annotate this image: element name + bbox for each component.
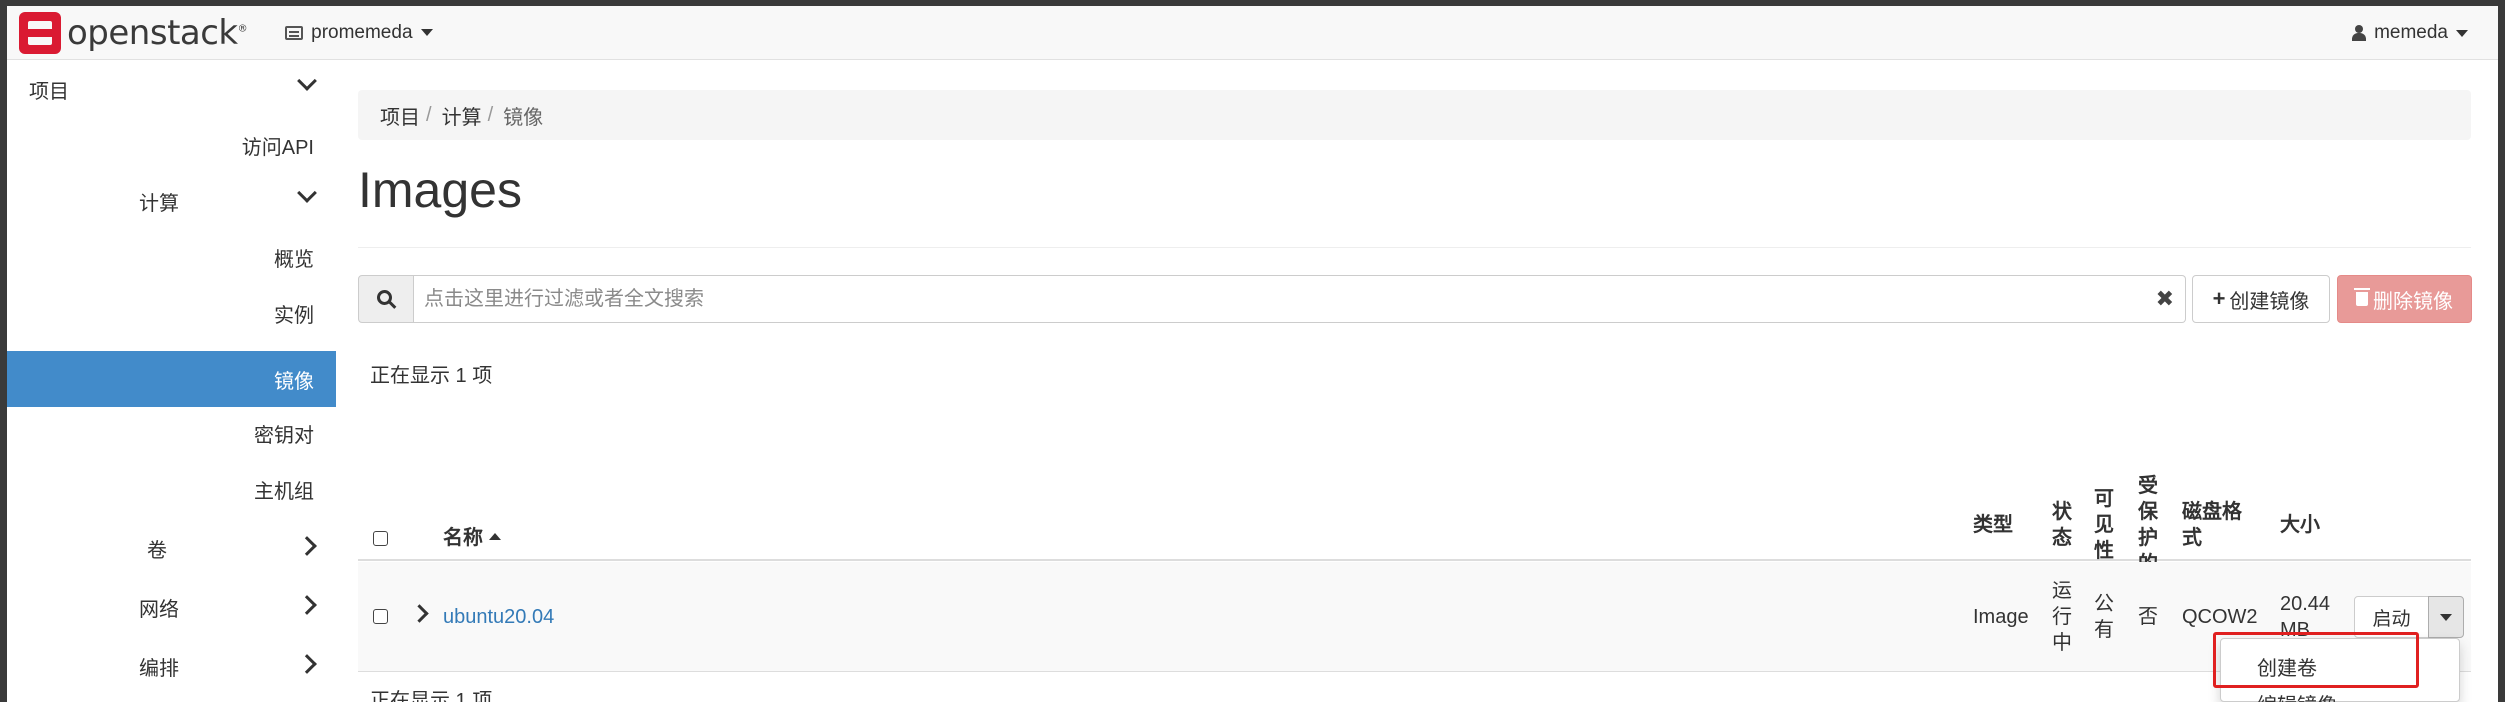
image-status: 运行中 xyxy=(2052,580,2072,654)
breadcrumb-separator: / xyxy=(426,103,432,126)
sidebar-item-label: 网络 xyxy=(139,598,179,621)
dropdown-item-edit-image[interactable]: 编辑镜像 xyxy=(2257,689,2337,702)
breadcrumb-item-project[interactable]: 项目 xyxy=(380,101,420,130)
sidebar-item-label: 计算 xyxy=(139,192,179,215)
sidebar-item-server-groups[interactable]: 主机组 xyxy=(7,461,336,517)
caret-down-icon xyxy=(420,29,433,36)
column-header-status[interactable]: 状态 xyxy=(2052,499,2082,551)
breadcrumb: 项目 / 计算 / 镜像 xyxy=(358,90,2471,140)
brand-logo-link[interactable]: openstack® xyxy=(19,6,248,60)
user-icon xyxy=(2352,25,2367,41)
table-row: ubuntu20.04 Image 运行中 公有 否 QCOW2 20.44 MB… xyxy=(358,562,2471,672)
table-header: 名称 类型 状态 可见性 受保护的 磁盘格式 大小 xyxy=(358,403,2471,575)
sort-ascending-icon xyxy=(489,533,501,541)
user-name: memeda xyxy=(2374,22,2448,43)
sidebar-item-label: 卷 xyxy=(147,539,167,562)
main-content: 项目 / 计算 / 镜像 Images ✖ + 创建镜像 删除镜像 正在显示 1… xyxy=(358,61,2478,702)
sidebar-item-volumes[interactable]: 卷 xyxy=(7,520,336,576)
sidebar: 项目 访问API 计算 概览 实例 镜像 密钥对 主机组 卷 网络 编排 xyxy=(7,61,336,702)
sidebar-item-key-pairs[interactable]: 密钥对 xyxy=(7,405,336,461)
delete-images-button[interactable]: 删除镜像 xyxy=(2337,275,2472,323)
chevron-right-icon xyxy=(297,654,317,674)
create-image-button[interactable]: + 创建镜像 xyxy=(2192,275,2330,323)
plus-icon: + xyxy=(2212,286,2226,311)
breadcrumb-item-images: 镜像 xyxy=(503,106,544,129)
column-header-disk-format[interactable]: 磁盘格式 xyxy=(2182,499,2262,551)
column-header-size[interactable]: 大小 xyxy=(2280,512,2320,538)
project-switcher[interactable]: promemeda xyxy=(285,21,433,44)
sidebar-item-label: 访问API xyxy=(241,136,314,159)
chevron-down-icon xyxy=(297,71,317,91)
delete-images-label: 删除镜像 xyxy=(2373,290,2453,313)
sidebar-item-label: 主机组 xyxy=(254,480,314,503)
launch-button[interactable]: 启动 xyxy=(2354,596,2429,638)
image-protected: 否 xyxy=(2138,606,2158,628)
column-header-name[interactable]: 名称 xyxy=(443,525,501,551)
trash-icon xyxy=(2354,288,2370,306)
row-select-checkbox[interactable] xyxy=(373,609,388,624)
search-addon xyxy=(358,275,414,323)
brand-name: openstack® xyxy=(67,12,248,53)
search-input[interactable] xyxy=(414,275,2186,323)
user-menu[interactable]: memeda xyxy=(2352,6,2468,60)
breadcrumb-separator: / xyxy=(487,103,494,126)
sidebar-item-label: 项目 xyxy=(29,80,69,103)
sidebar-item-images[interactable]: 镜像 xyxy=(7,351,336,407)
image-disk-format: QCOW2 xyxy=(2182,606,2258,628)
sidebar-item-compute[interactable]: 计算 xyxy=(7,173,336,229)
dropdown-item-create-volume[interactable]: 创建卷 xyxy=(2257,652,2317,681)
image-size: 20.44 MB xyxy=(2280,593,2331,641)
column-header-type[interactable]: 类型 xyxy=(1973,512,2013,538)
row-actions-dropdown-menu: 创建卷 编辑镜像 xyxy=(2220,638,2460,702)
sidebar-item-project[interactable]: 项目 xyxy=(7,61,336,117)
caret-down-icon xyxy=(2456,29,2468,37)
chevron-down-icon xyxy=(297,183,317,203)
page-title: Images xyxy=(358,162,522,218)
sidebar-item-api-access[interactable]: 访问API xyxy=(7,117,336,173)
image-name-link[interactable]: ubuntu20.04 xyxy=(443,604,554,630)
search-bar: ✖ xyxy=(358,275,2186,323)
top-navbar: openstack® promemeda memeda xyxy=(7,6,2498,60)
row-expand-chevron-icon[interactable] xyxy=(410,604,429,623)
breadcrumb-item-compute[interactable]: 计算 xyxy=(442,101,482,130)
openstack-logo-icon xyxy=(19,11,61,54)
search-icon xyxy=(377,290,392,305)
caret-down-icon xyxy=(2440,613,2452,621)
sidebar-item-label: 编排 xyxy=(139,657,179,680)
row-actions-dropdown-toggle[interactable] xyxy=(2428,596,2464,638)
sidebar-item-label: 密钥对 xyxy=(254,424,314,447)
sidebar-item-overview[interactable]: 概览 xyxy=(7,229,336,285)
sidebar-item-label: 镜像 xyxy=(274,370,314,393)
sidebar-item-network[interactable]: 网络 xyxy=(7,579,336,635)
sidebar-item-label: 概览 xyxy=(274,248,314,271)
title-divider xyxy=(358,247,2471,248)
item-count-bottom: 正在显示 1 项 xyxy=(370,690,493,702)
item-count-top: 正在显示 1 项 xyxy=(370,365,493,387)
create-image-label: 创建镜像 xyxy=(2229,290,2310,313)
select-all-checkbox[interactable] xyxy=(373,531,388,546)
image-visibility: 公有 xyxy=(2094,593,2114,641)
sidebar-item-label: 实例 xyxy=(274,304,314,327)
clear-search-icon[interactable]: ✖ xyxy=(2156,286,2174,312)
chevron-right-icon xyxy=(297,595,317,615)
sidebar-item-orchestration[interactable]: 编排 xyxy=(7,638,336,694)
image-type: Image xyxy=(1973,606,2029,628)
project-name: promemeda xyxy=(311,21,413,43)
column-header-visibility[interactable]: 可见性 xyxy=(2094,486,2124,564)
project-list-icon xyxy=(285,25,304,40)
sidebar-item-instances[interactable]: 实例 xyxy=(7,285,336,341)
chevron-right-icon xyxy=(297,536,317,556)
